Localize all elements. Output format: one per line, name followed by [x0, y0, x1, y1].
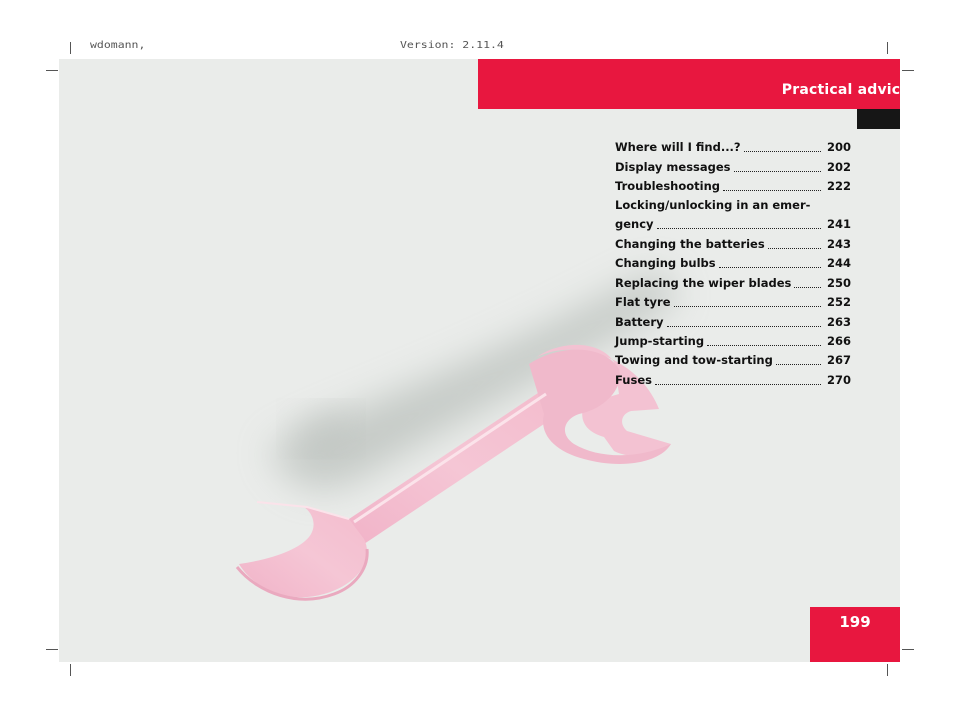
crop-mark [46, 70, 58, 71]
toc-entry-page: 252 [827, 295, 852, 310]
toc-entry-label: Replacing the wiper blades [615, 275, 792, 290]
toc-leader [794, 286, 821, 288]
toc-entry-label: Fuses [615, 372, 652, 387]
toc-entry[interactable]: Battery 263 [615, 312, 852, 331]
toc-entry-label: Flat tyre [615, 295, 671, 310]
toc-entry-page: 266 [827, 334, 852, 349]
toc-entry-page: 241 [827, 217, 852, 232]
print-mark-left-text: wdomann, [90, 40, 146, 51]
toc-leader [733, 170, 821, 172]
crop-mark [46, 649, 58, 650]
toc-leader [673, 306, 821, 308]
toc-entry-page: 222 [827, 179, 852, 194]
toc-entry-page: 200 [827, 140, 852, 155]
toc-entry[interactable]: Jump-starting 266 [615, 332, 852, 351]
toc-entry-page: 267 [827, 353, 852, 368]
toc-entry-label-continued: gency [615, 217, 654, 232]
section-title: Practical advice [781, 82, 910, 98]
toc-entry[interactable]: Display messages 202 [615, 157, 852, 176]
crop-mark [887, 664, 888, 676]
table-of-contents: Where will I find...? 200 Display messag… [615, 138, 852, 390]
toc-entry-label: Troubleshooting [615, 179, 721, 194]
toc-entry-page: 270 [827, 372, 852, 387]
toc-entry-page: 263 [827, 314, 852, 329]
toc-leader [775, 364, 821, 366]
toc-leader [666, 325, 821, 327]
toc-leader [656, 228, 821, 230]
crop-mark [902, 649, 914, 650]
toc-entry-label: Changing bulbs [615, 256, 716, 271]
crop-mark [902, 70, 914, 71]
toc-leader [707, 345, 821, 347]
thumb-index-tab [857, 109, 900, 129]
toc-entry-label: Battery [615, 314, 664, 329]
toc-entry[interactable]: Flat tyre 252 [615, 293, 852, 312]
toc-entry-page: 250 [827, 275, 852, 290]
toc-entry-page: 243 [827, 237, 852, 252]
toc-entry[interactable]: Locking/unlocking in an emer- gency 241 [615, 196, 852, 235]
toc-leader [743, 151, 821, 153]
toc-entry-page: 244 [827, 256, 852, 271]
toc-entry-label: Where will I find...? [615, 140, 741, 155]
print-mark-right-text: Version: 2.11.4 [400, 40, 504, 51]
toc-entry[interactable]: Fuses 270 [615, 370, 852, 389]
page-number: 199 [839, 613, 871, 631]
toc-entry[interactable]: Changing the batteries 243 [615, 235, 852, 254]
crop-mark [70, 42, 71, 54]
toc-entry[interactable]: Replacing the wiper blades 250 [615, 273, 852, 292]
toc-leader [767, 248, 821, 250]
toc-leader [718, 267, 821, 269]
toc-entry[interactable]: Towing and tow-starting 267 [615, 351, 852, 370]
toc-entry-label: Jump-starting [615, 334, 705, 349]
toc-entry[interactable]: Where will I find...? 200 [615, 138, 852, 157]
toc-entry[interactable]: Troubleshooting 222 [615, 177, 852, 196]
toc-entry[interactable]: Changing bulbs 244 [615, 254, 852, 273]
toc-entry-label: Changing the batteries [615, 237, 765, 252]
toc-entry-label: Display messages [615, 159, 731, 174]
toc-leader [723, 190, 821, 192]
toc-leader [654, 383, 821, 385]
toc-entry-label: Towing and tow-starting [615, 353, 773, 368]
crop-mark [887, 42, 888, 54]
toc-entry-page: 202 [827, 159, 852, 174]
toc-entry-label: Locking/unlocking in an emer- [615, 198, 811, 213]
crop-mark [70, 664, 71, 676]
